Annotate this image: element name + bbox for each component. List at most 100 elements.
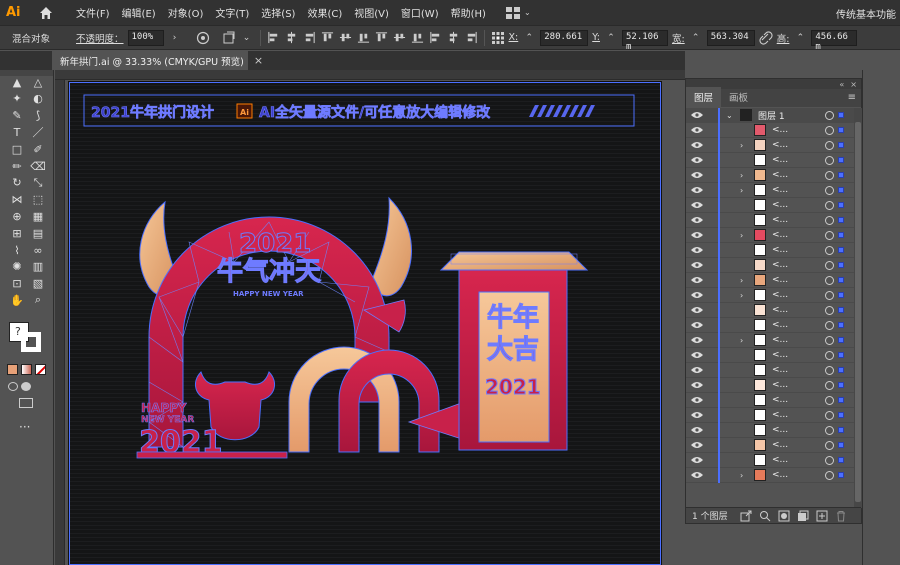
selection-indicator[interactable] bbox=[838, 412, 844, 418]
visibility-eye-icon[interactable] bbox=[690, 454, 704, 466]
horizontal-ruler[interactable] bbox=[55, 70, 685, 80]
layer-row[interactable]: <... bbox=[686, 318, 854, 333]
target-icon[interactable] bbox=[825, 200, 834, 210]
target-icon[interactable] bbox=[825, 410, 834, 420]
menu-item[interactable]: 文字(T) bbox=[209, 5, 255, 20]
opacity-arrow-icon[interactable]: › bbox=[168, 30, 182, 46]
selection-indicator[interactable] bbox=[838, 217, 844, 223]
symbol-sprayer-tool-icon[interactable]: ✺ bbox=[9, 259, 25, 275]
mesh-tool-icon[interactable]: ⊞ bbox=[9, 225, 25, 241]
visibility-eye-icon[interactable] bbox=[690, 124, 704, 136]
visibility-eye-icon[interactable] bbox=[690, 334, 704, 346]
direct-selection-tool-icon[interactable]: △ bbox=[30, 74, 46, 90]
visibility-eye-icon[interactable] bbox=[690, 349, 704, 361]
distribute-vcenter-icon[interactable] bbox=[393, 31, 406, 44]
scroll-thumb[interactable] bbox=[855, 122, 861, 502]
link-icon[interactable] bbox=[759, 30, 773, 45]
selection-indicator[interactable] bbox=[838, 187, 844, 193]
selection-indicator[interactable] bbox=[838, 232, 844, 238]
target-icon[interactable] bbox=[825, 290, 834, 300]
layer-row[interactable]: <... bbox=[686, 258, 854, 273]
selection-indicator[interactable] bbox=[838, 457, 844, 463]
rectangle-tool-icon[interactable]: □ bbox=[9, 141, 25, 157]
layer-name[interactable]: <... bbox=[772, 410, 788, 420]
target-icon[interactable] bbox=[825, 455, 834, 465]
layer-row[interactable]: <... bbox=[686, 423, 854, 438]
layers-scrollbar[interactable] bbox=[854, 108, 862, 508]
x-stepper-icon[interactable]: ⌃ bbox=[522, 30, 536, 46]
menu-item[interactable]: 文件(F) bbox=[70, 5, 116, 20]
chevron-right-icon[interactable]: › bbox=[740, 336, 748, 345]
layer-name[interactable]: <... bbox=[772, 290, 788, 300]
target-icon[interactable] bbox=[825, 125, 834, 135]
y-stepper-icon[interactable]: ⌃ bbox=[604, 30, 618, 46]
gradient-tool-icon[interactable]: ▤ bbox=[30, 225, 46, 241]
export-icon[interactable] bbox=[740, 510, 752, 522]
visibility-eye-icon[interactable] bbox=[690, 394, 704, 406]
layer-name[interactable]: <... bbox=[772, 380, 788, 390]
type-tool-icon[interactable]: T bbox=[9, 124, 25, 140]
width-stepper-icon[interactable]: ⌃ bbox=[689, 30, 703, 46]
selection-indicator[interactable] bbox=[838, 142, 844, 148]
layer-name[interactable]: <... bbox=[772, 275, 788, 285]
layer-name[interactable]: <... bbox=[772, 215, 788, 225]
layer-name[interactable]: <... bbox=[772, 245, 788, 255]
distribute-bottom-icon[interactable] bbox=[411, 31, 424, 44]
visibility-eye-icon[interactable] bbox=[690, 169, 704, 181]
target-icon[interactable] bbox=[825, 440, 834, 450]
layer-row[interactable]: › <... bbox=[686, 138, 854, 153]
column-graph-tool-icon[interactable]: ▥ bbox=[30, 259, 46, 275]
target-icon[interactable] bbox=[825, 425, 834, 435]
opacity-input[interactable]: 100% bbox=[127, 29, 164, 46]
selection-tool-icon[interactable]: ▲ bbox=[9, 74, 25, 90]
layer-row[interactable]: <... bbox=[686, 393, 854, 408]
menu-item[interactable]: 效果(C) bbox=[301, 5, 348, 20]
close-icon[interactable]: × bbox=[850, 80, 857, 89]
target-icon[interactable] bbox=[825, 170, 834, 180]
lasso-tool-icon[interactable]: ◐ bbox=[30, 91, 46, 107]
transform-dropdown-icon[interactable]: ⌄ bbox=[240, 30, 254, 46]
chevron-right-icon[interactable]: › bbox=[740, 186, 748, 195]
visibility-eye-icon[interactable] bbox=[690, 364, 704, 376]
selection-indicator[interactable] bbox=[838, 352, 844, 358]
menu-item[interactable]: 窗口(W) bbox=[395, 5, 445, 20]
layer-row[interactable]: › <... bbox=[686, 168, 854, 183]
layer-row[interactable]: › <... bbox=[686, 468, 854, 483]
layer-row[interactable]: › <... bbox=[686, 228, 854, 243]
selection-indicator[interactable] bbox=[838, 427, 844, 433]
layer-row[interactable]: <... bbox=[686, 243, 854, 258]
visibility-eye-icon[interactable] bbox=[690, 259, 704, 271]
color-button[interactable] bbox=[7, 364, 18, 375]
workspace-switcher[interactable]: ⌄ bbox=[505, 6, 531, 19]
selection-indicator[interactable] bbox=[838, 202, 844, 208]
recolor-icon[interactable] bbox=[196, 31, 210, 45]
shape-builder-tool-icon[interactable]: ⊕ bbox=[9, 208, 25, 224]
menu-item[interactable]: 帮助(H) bbox=[445, 5, 492, 20]
layer-name[interactable]: <... bbox=[772, 125, 788, 135]
visibility-eye-icon[interactable] bbox=[690, 214, 704, 226]
layer-row[interactable]: <... bbox=[686, 348, 854, 363]
target-icon[interactable] bbox=[825, 470, 834, 480]
free-transform-tool-icon[interactable]: ⬚ bbox=[30, 192, 46, 208]
visibility-eye-icon[interactable] bbox=[690, 289, 704, 301]
target-icon[interactable] bbox=[825, 335, 834, 345]
layer-row[interactable]: <... bbox=[686, 213, 854, 228]
align-left-icon[interactable] bbox=[267, 31, 280, 44]
width-tool-icon[interactable]: ⋈ bbox=[9, 192, 25, 208]
eraser-tool-icon[interactable]: ⌫ bbox=[30, 158, 46, 174]
zoom-tool-icon[interactable]: ⌕ bbox=[30, 292, 46, 308]
layer-name[interactable]: <... bbox=[772, 185, 788, 195]
layer-row[interactable]: <... bbox=[686, 378, 854, 393]
selection-indicator[interactable] bbox=[838, 307, 844, 313]
visibility-eye-icon[interactable] bbox=[690, 139, 704, 151]
target-icon[interactable] bbox=[825, 140, 834, 150]
layer-row-top[interactable]: ⌄ 图层 1 bbox=[686, 108, 854, 123]
chevron-down-icon[interactable]: ⌄ bbox=[726, 111, 734, 120]
menu-item[interactable]: 视图(V) bbox=[348, 5, 395, 20]
layer-name[interactable]: <... bbox=[772, 320, 788, 330]
selection-indicator[interactable] bbox=[838, 292, 844, 298]
slice-tool-icon[interactable]: ▧ bbox=[30, 276, 46, 292]
distribute-left-icon[interactable] bbox=[429, 31, 442, 44]
target-icon[interactable] bbox=[825, 110, 834, 120]
layer-name[interactable]: <... bbox=[772, 170, 788, 180]
